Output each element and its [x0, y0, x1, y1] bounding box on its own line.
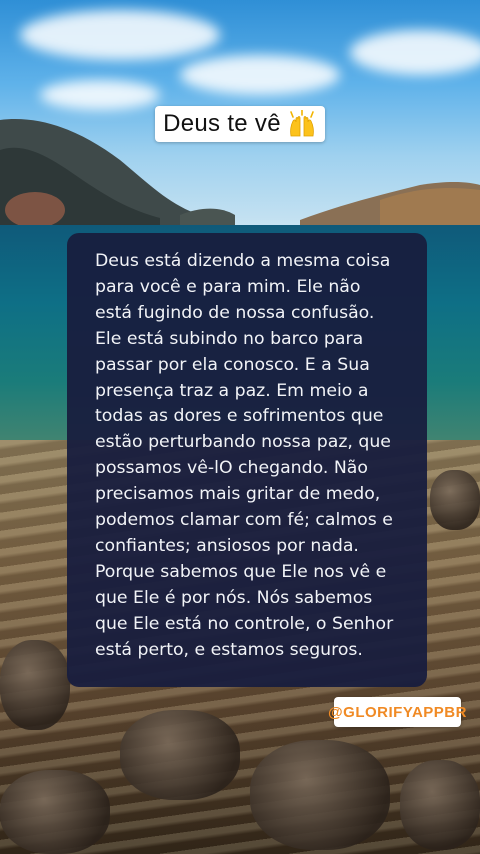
quote-line: todas as dores e sofrimentos que: [95, 406, 384, 427]
quote-line: Porque sabemos que Ele nos vê e: [95, 561, 387, 582]
cloud: [180, 55, 340, 95]
story-screen: Deus te vê Deus está dizendo a mesma coi…: [0, 0, 480, 854]
quote-line: Ele está subindo no barco para: [95, 328, 364, 349]
quote-line: possamos vê-lO chegando. Não: [95, 458, 368, 479]
cloud: [20, 10, 220, 60]
quote-line: está fugindo de nossa confusão.: [95, 302, 375, 323]
raising-hands-icon: [287, 109, 317, 138]
quote-line: para você e para mim. Ele não: [95, 276, 361, 297]
quote-text: Deus está dizendo a mesma coisa para voc…: [95, 249, 405, 664]
quote-card: Deus está dizendo a mesma coisa para voc…: [67, 233, 427, 687]
quote-line: precisamos mais gritar de medo,: [95, 484, 381, 505]
quote-line: presença traz a paz. Em meio a: [95, 380, 369, 401]
stone: [120, 710, 240, 800]
stone: [400, 760, 480, 850]
stone: [430, 470, 480, 530]
stone: [0, 640, 70, 730]
quote-line: estão perturbando nossa paz, que: [95, 432, 391, 453]
page-title: Deus te vê: [163, 110, 281, 137]
account-handle: @GLORIFYAPPBR: [328, 703, 467, 721]
cloud: [40, 80, 160, 110]
cloud: [350, 30, 480, 75]
quote-line: passar por ela conosco. E a Sua: [95, 354, 370, 375]
quote-line: confiantes; ansiosos por nada.: [95, 535, 359, 556]
stone: [250, 740, 390, 850]
quote-line: que Ele está no controle, o Senhor: [95, 613, 394, 634]
title-sticker: Deus te vê: [155, 106, 325, 142]
account-handle-badge[interactable]: @GLORIFYAPPBR: [328, 697, 466, 727]
quote-line: está perto, e estamos seguros.: [95, 639, 363, 660]
quote-line: podemos clamar com fé; calmos e: [95, 510, 393, 531]
quote-line: Deus está dizendo a mesma coisa: [95, 251, 391, 271]
quote-line: que Ele é por nós. Nós sabemos: [95, 587, 373, 608]
stone: [0, 770, 110, 854]
